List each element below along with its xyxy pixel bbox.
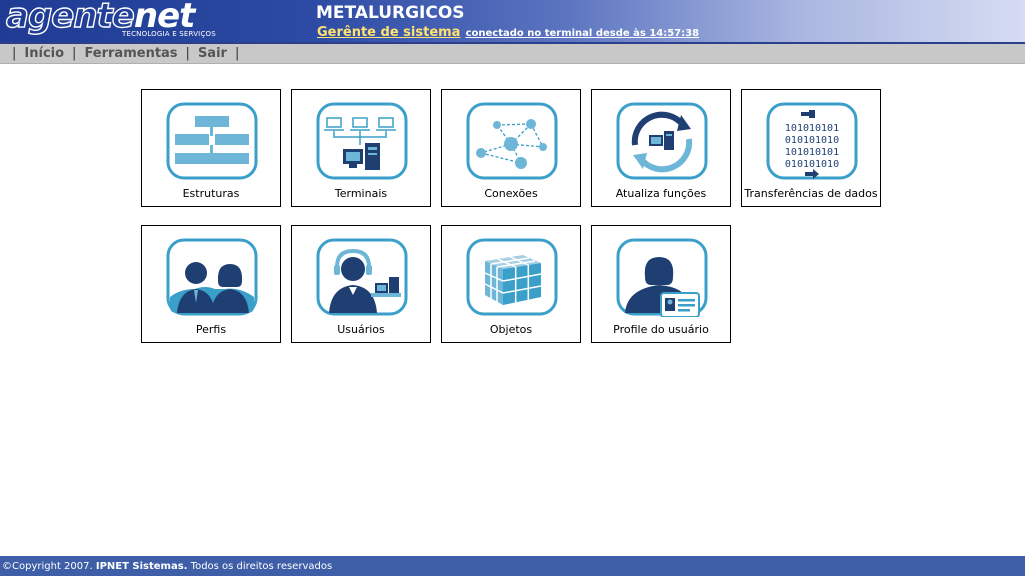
network-icon [466, 102, 558, 180]
main-menu: | Início | Ferramentas | Sair | [12, 46, 240, 61]
tile-label: Atualiza funções [615, 187, 707, 200]
cube-icon [466, 238, 558, 316]
tile-label: Perfis [195, 323, 227, 336]
binary-line-4: 010101010 [785, 159, 839, 170]
logo-subtitle: TECNOLOGIA E SERVIÇOS [122, 30, 216, 38]
tile-perfis[interactable]: Perfis [141, 225, 281, 343]
tile-label: Usuários [337, 323, 385, 336]
menu-item-ferramentas[interactable]: Ferramentas [84, 46, 177, 61]
tile-label: Transferências de dados [744, 187, 878, 200]
tile-terminais[interactable]: Terminais [291, 89, 431, 207]
structure-icon [166, 102, 258, 180]
tile-label: Conexões [484, 187, 538, 200]
copyright-suffix: Todos os direitos reservados [187, 561, 333, 572]
copyright-prefix: ©Copyright 2007. [2, 561, 96, 572]
tile-usuarios[interactable]: Usuários [291, 225, 431, 343]
binary-line-3: 101010101 [785, 147, 839, 158]
footer-bar: ©Copyright 2007. IPNET Sistemas. Todos o… [0, 556, 1025, 576]
header-bar: agentenet TECNOLOGIA E SERVIÇOS METALURG… [0, 0, 1025, 44]
session-info: Gerênte de sistema conectado no terminal… [317, 21, 699, 40]
logo-text-main: agente [5, 0, 135, 37]
connected-since-link[interactable]: conectado no terminal desde às 14:57:38 [466, 28, 700, 39]
company-name: METALURGICOS [316, 3, 465, 23]
tile-atualiza-funcoes[interactable]: Atualiza funções [591, 89, 731, 207]
user-headset-icon [316, 238, 408, 316]
tile-transferencias-de-dados[interactable]: 101010101 010101010 101010101 010101010 … [741, 89, 881, 207]
binary-transfer-icon: 101010101 010101010 101010101 010101010 [766, 102, 858, 180]
tile-conexoes[interactable]: Conexões [441, 89, 581, 207]
tile-label: Objetos [489, 323, 533, 336]
tile-objetos[interactable]: Objetos [441, 225, 581, 343]
copyright-brand: IPNET Sistemas. [95, 561, 188, 572]
tile-profile-do-usuario[interactable]: Profile do usuário [591, 225, 731, 343]
tile-estruturas[interactable]: Estruturas [141, 89, 281, 207]
binary-line-2: 010101010 [785, 135, 839, 146]
tile-label: Estruturas [182, 187, 240, 200]
menu-bar: | Início | Ferramentas | Sair | [0, 44, 1025, 64]
profiles-icon [166, 238, 258, 316]
menu-item-sair[interactable]: Sair [198, 46, 227, 61]
binary-line-1: 101010101 [785, 123, 839, 134]
tile-label: Profile do usuário [613, 323, 709, 336]
agentenet-logo: agentenet TECNOLOGIA E SERVIÇOS [5, 0, 216, 40]
user-id-card-icon [616, 238, 708, 317]
user-role-link[interactable]: Gerênte de sistema [317, 25, 460, 40]
tile-label: Terminais [334, 187, 388, 200]
menu-item-inicio[interactable]: Início [24, 46, 64, 61]
terminals-icon [316, 102, 408, 180]
copyright-text: ©Copyright 2007. IPNET Sistemas. Todos o… [2, 561, 332, 572]
refresh-computer-icon [616, 102, 708, 180]
